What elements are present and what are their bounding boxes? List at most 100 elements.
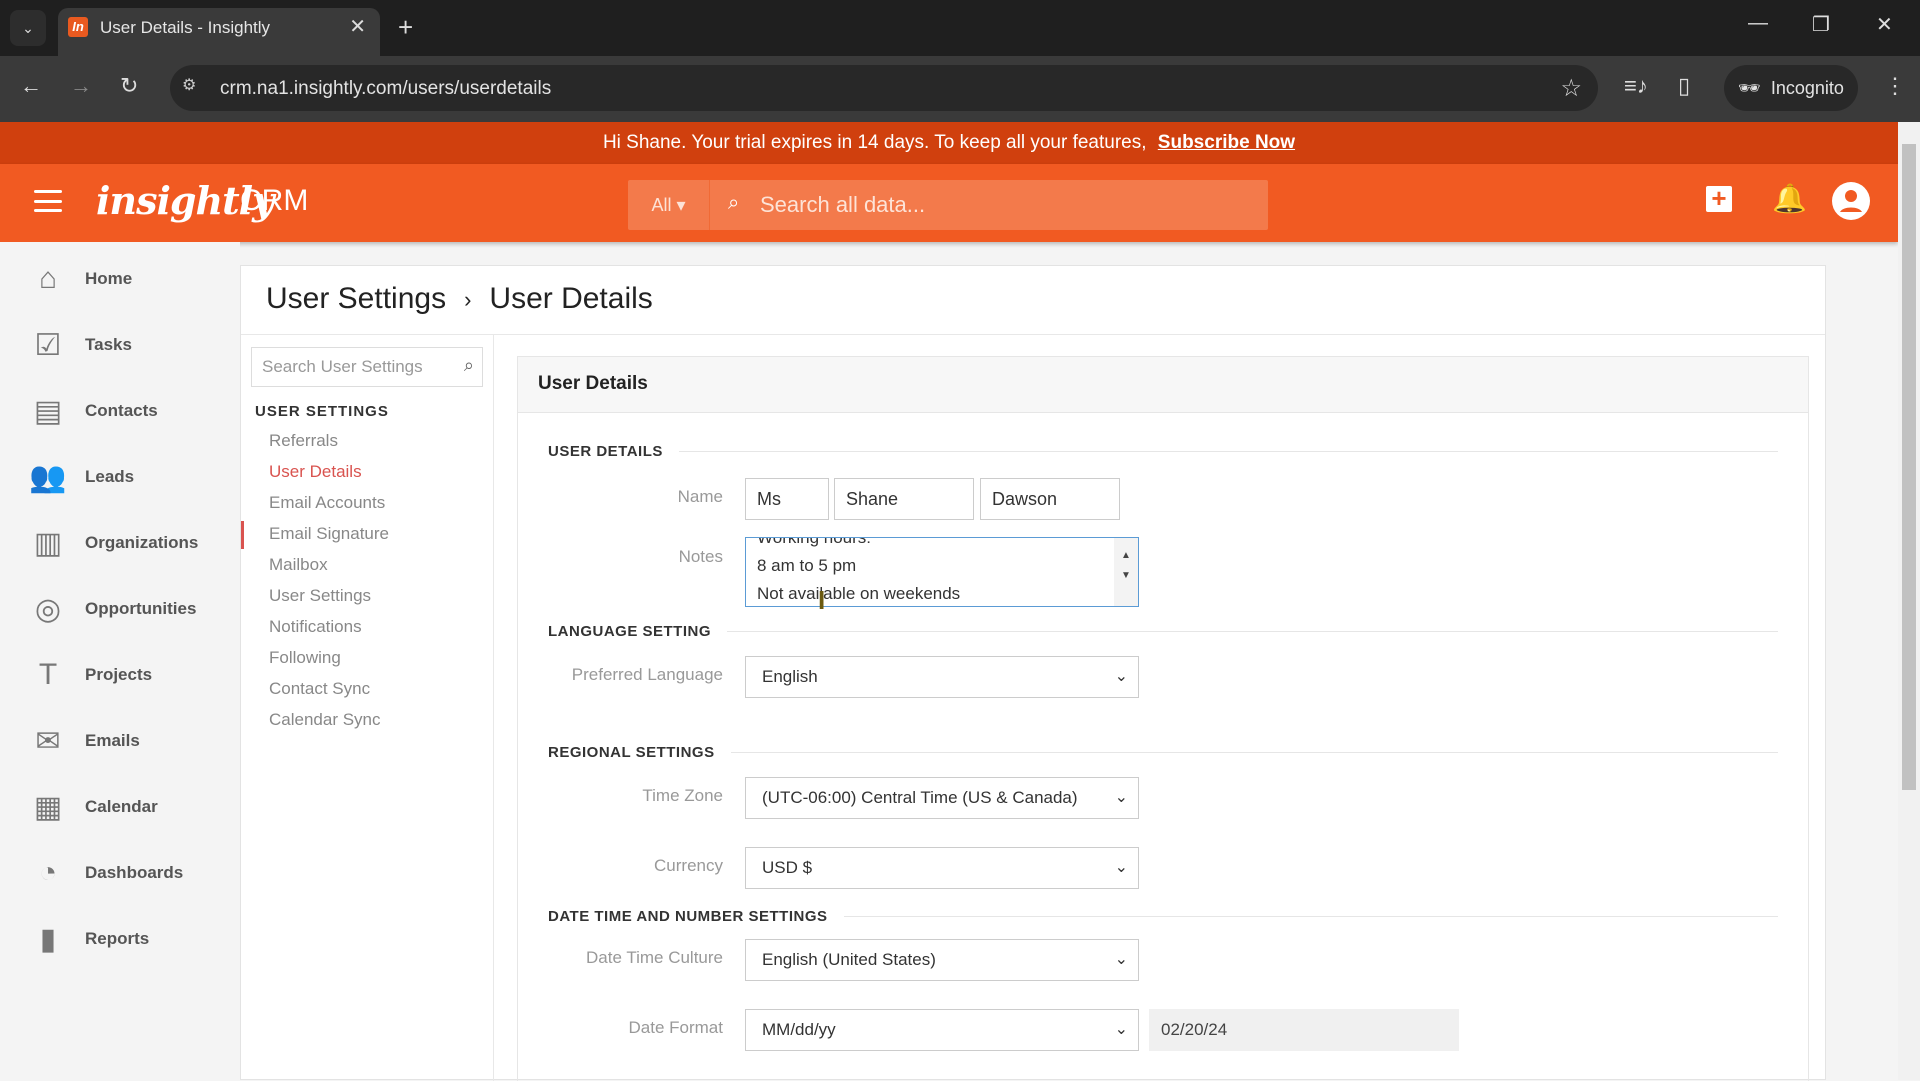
subnav-notifications[interactable]: Notifications <box>269 617 362 637</box>
sidebar-item-label: Opportunities <box>85 599 197 618</box>
sidebar-item-dashboards[interactable]: ◔ Dashboards <box>0 845 240 901</box>
browser-menu-icon[interactable]: ⋮ <box>1884 73 1906 99</box>
trial-banner: Hi Shane. Your trial expires in 14 days.… <box>0 122 1898 164</box>
sidebar-item-label: Calendar <box>85 797 158 816</box>
subnav-mailbox[interactable]: Mailbox <box>269 555 328 575</box>
hamburger-menu-icon[interactable] <box>34 190 62 212</box>
close-window-button[interactable]: ✕ <box>1876 12 1893 37</box>
user-avatar-icon[interactable] <box>1832 182 1870 220</box>
add-new-icon[interactable]: + <box>1706 185 1732 212</box>
scrollbar-thumb[interactable] <box>1902 144 1916 790</box>
notes-line: Not available on weekends <box>757 584 961 603</box>
breadcrumb-separator: › <box>464 287 472 313</box>
leads-icon: 👥 <box>29 460 67 494</box>
sidebar-item-calendar[interactable]: ▦ Calendar <box>0 779 240 835</box>
user-settings-card: User Settings › User Details ⌕ USER SETTIN… <box>240 265 1826 1081</box>
page-scrollbar[interactable] <box>1898 122 1920 1080</box>
subnav-contact-sync[interactable]: Contact Sync <box>269 679 370 699</box>
subnav-email-accounts[interactable]: Email Accounts <box>269 493 385 513</box>
sidebar-item-contacts[interactable]: ▤ Contacts <box>0 383 240 439</box>
currency-select[interactable]: USD $ ⌄ <box>745 847 1139 889</box>
forward-button[interactable]: → <box>70 73 92 99</box>
subnav-following[interactable]: Following <box>269 648 341 668</box>
subnav-email-signature[interactable]: Email Signature <box>269 524 389 544</box>
first-name-field[interactable] <box>834 478 974 520</box>
sidebar-item-label: Leads <box>85 467 135 486</box>
sidebar-item-emails[interactable]: ✉ Emails <box>0 713 240 769</box>
preferred-language-select[interactable]: English ⌄ <box>745 656 1139 698</box>
time-zone-label: Time Zone <box>642 786 723 805</box>
insightly-favicon: In <box>68 17 88 37</box>
main-sidebar: ⌂ Home ☑ Tasks ▤ Contacts 👥 Leads ▥ Organizat… <box>0 242 240 1080</box>
chevron-down-icon: ⌄ <box>1114 1021 1128 1038</box>
search-icon[interactable]: ⌕ <box>464 355 474 376</box>
site-info-icon[interactable]: ⚙ <box>182 75 196 95</box>
name-label: Name <box>677 487 723 506</box>
subscribe-now-link[interactable]: Subscribe Now <box>1158 132 1295 153</box>
selected-value: English (United States) <box>762 950 936 969</box>
sidebar-item-leads[interactable]: 👥 Leads <box>0 449 240 505</box>
subnav-referrals[interactable]: Referrals <box>269 431 338 451</box>
panel-title: User Details <box>518 357 1808 413</box>
breadcrumb-user-settings[interactable]: User Settings <box>266 282 446 315</box>
browser-tab[interactable]: In User Details - Insightly ✕ <box>58 8 380 56</box>
settings-subnav: ⌕ USER SETTINGS Referrals User Details E… <box>241 335 494 1081</box>
breadcrumb-current: User Details <box>489 282 653 315</box>
restore-button[interactable]: ❐ <box>1812 12 1830 37</box>
date-time-culture-select[interactable]: English (United States) ⌄ <box>745 939 1139 981</box>
notes-scrollbar[interactable]: ▲ ▼ <box>1114 538 1138 606</box>
emails-icon: ✉ <box>35 724 61 758</box>
incognito-badge[interactable]: 🕶 Incognito <box>1724 65 1858 111</box>
sidebar-item-label: Tasks <box>85 335 132 354</box>
side-panel-icon[interactable]: ▯ <box>1678 73 1690 99</box>
last-name-field[interactable] <box>980 478 1120 520</box>
sidebar-item-reports[interactable]: ▮ Reports <box>0 911 240 967</box>
settings-search-input[interactable] <box>252 348 442 386</box>
sidebar-item-opportunities[interactable]: ◎ Opportunities <box>0 581 240 637</box>
sidebar-item-label: Reports <box>85 929 150 948</box>
text-cursor-icon: I <box>818 585 826 615</box>
global-search-input[interactable] <box>760 180 1260 230</box>
notifications-bell-icon[interactable]: 🔔 <box>1772 182 1807 215</box>
sidebar-item-home[interactable]: ⌂ Home <box>0 251 240 307</box>
selected-value: (UTC-06:00) Central Time (US & Canada) <box>762 788 1078 807</box>
sidebar-item-label: Contacts <box>85 401 158 420</box>
incognito-icon: 🕶 <box>1738 77 1761 98</box>
notes-textarea[interactable]: Working hours: 8 am to 5 pm Not availabl… <box>745 537 1139 607</box>
settings-search: ⌕ <box>251 347 483 387</box>
date-format-label: Date Format <box>628 1018 723 1037</box>
product-name: CRM <box>240 184 309 217</box>
sidebar-item-label: Dashboards <box>85 863 184 882</box>
chevron-down-icon: ⌄ <box>1114 789 1128 806</box>
bookmark-star-icon[interactable]: ☆ <box>1560 74 1582 103</box>
search-icon: ⌕ <box>728 192 740 214</box>
settings-heading: USER SETTINGS <box>255 403 389 420</box>
chevron-down-icon: ⌄ <box>1114 668 1128 685</box>
organizations-icon: ▥ <box>33 526 63 560</box>
sidebar-item-organizations[interactable]: ▥ Organizations <box>0 515 240 571</box>
subnav-user-details[interactable]: User Details <box>269 462 362 482</box>
subnav-calendar-sync[interactable]: Calendar Sync <box>269 710 381 730</box>
sidebar-item-projects[interactable]: T Projects <box>0 647 240 703</box>
tab-search-button[interactable]: ⌄ <box>10 10 46 46</box>
date-format-select[interactable]: MM/dd/yy ⌄ <box>745 1009 1139 1051</box>
close-tab-icon[interactable]: ✕ <box>349 14 366 39</box>
projects-icon: T <box>38 658 58 691</box>
reload-button[interactable]: ↻ <box>120 73 138 99</box>
subnav-user-settings[interactable]: User Settings <box>269 586 371 606</box>
address-bar[interactable]: ⚙ crm.na1.insightly.com/users/userdetail… <box>170 65 1598 111</box>
notes-line: 8 am to 5 pm <box>757 556 857 575</box>
minimize-button[interactable]: — <box>1748 12 1768 35</box>
sidebar-item-label: Organizations <box>85 533 199 552</box>
search-scope-dropdown[interactable]: All ▾ <box>628 180 710 230</box>
user-details-panel: User Details USER DETAILS Name Notes Wor… <box>517 356 1809 1081</box>
sidebar-item-tasks[interactable]: ☑ Tasks <box>0 317 240 373</box>
new-tab-button[interactable]: + <box>398 12 413 43</box>
media-control-icon[interactable]: ≡♪ <box>1624 73 1648 99</box>
notes-line: Working hours: <box>757 537 872 547</box>
back-button[interactable]: ← <box>20 73 42 99</box>
time-zone-select[interactable]: (UTC-06:00) Central Time (US & Canada) ⌄ <box>745 777 1139 819</box>
chevron-down-icon: ⌄ <box>1114 951 1128 968</box>
salutation-field[interactable] <box>745 478 829 520</box>
trial-message: Hi Shane. Your trial expires in 14 days.… <box>602 132 1147 153</box>
